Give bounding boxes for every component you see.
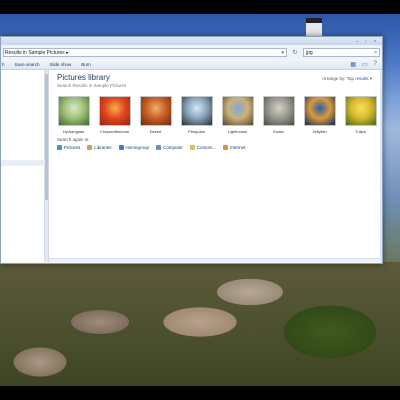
picture-image[interactable] — [303, 96, 336, 126]
command-bar: h Save search Slide show Burn ▦ ▭ ? — [1, 59, 382, 70]
library-subtitle: Search Results in Sample Pictures — [57, 83, 127, 88]
search-location-label: Pictures — [64, 145, 81, 150]
maximize-button[interactable]: ▫ — [363, 39, 369, 43]
picture-thumbnail[interactable]: Koala — [262, 96, 295, 134]
location-icon — [156, 145, 162, 150]
explorer-window: – ▫ × Results in Sample Pictures ▸ ▾ ↻ j… — [0, 36, 383, 264]
picture-thumbnail[interactable]: Desert — [139, 96, 172, 134]
window-right-edge — [380, 70, 382, 262]
minimize-button[interactable]: – — [354, 39, 360, 43]
search-location-link[interactable]: Computer — [156, 145, 183, 150]
search-location-label: Computer — [163, 145, 183, 150]
refresh-icon[interactable]: ↻ — [291, 49, 299, 56]
arrange-label: Arrange by: — [322, 76, 346, 81]
library-title: Pictures library — [57, 73, 110, 82]
wallpaper-rocks — [0, 262, 400, 400]
close-button[interactable]: × — [372, 39, 378, 43]
search-location-label: Custom... — [196, 145, 217, 150]
wallpaper-lighthouse — [306, 18, 322, 38]
search-location-link[interactable]: Homegroup — [118, 145, 150, 150]
screen-bottom-bar — [0, 386, 400, 400]
search-location-label: Homegroup — [125, 145, 150, 150]
search-location-label: Libraries — [94, 145, 112, 150]
library-header: Pictures library Arrange by: Top results… — [57, 70, 382, 82]
slide-show-button[interactable]: Slide show — [50, 62, 72, 67]
window-body: Pictures library Arrange by: Top results… — [1, 70, 382, 262]
search-location-link[interactable]: Pictures — [57, 145, 80, 150]
address-path: Results in Sample Pictures ▸ — [5, 49, 69, 56]
picture-image[interactable] — [98, 96, 131, 126]
thumbnail-grid: Hydrangeas Chrysanthemum Desert Penguins Lig… — [57, 96, 382, 134]
location-icon — [87, 145, 93, 150]
picture-image[interactable] — [180, 96, 213, 126]
results-pane: Pictures library Arrange by: Top results… — [49, 70, 382, 262]
nav-scroll-thumb[interactable] — [45, 74, 48, 200]
chevron-down-icon[interactable]: ▾ — [281, 49, 286, 56]
picture-caption: Tulips — [355, 129, 366, 134]
arrange-by[interactable]: Arrange by: Top results ▾ — [322, 76, 382, 82]
help-icon[interactable]: ? — [374, 61, 377, 68]
search-location-link[interactable]: Custom... — [189, 145, 217, 150]
burn-button[interactable]: Burn — [81, 62, 91, 67]
search-location-link[interactable]: Libraries — [87, 145, 112, 150]
clear-search-icon[interactable]: × — [374, 49, 379, 56]
picture-thumbnail[interactable]: Lighthouse — [221, 96, 254, 134]
search-input[interactable]: jpg × — [303, 47, 380, 57]
picture-image[interactable] — [139, 96, 172, 126]
picture-caption: Desert — [149, 129, 162, 134]
view-options-icon[interactable]: ▦ — [350, 61, 356, 68]
search-again-locations: Pictures Libraries Homegroup Computer Custom… — [57, 145, 382, 150]
horizontal-scrollbar[interactable] — [49, 258, 382, 262]
location-icon — [223, 145, 229, 150]
preview-pane-icon[interactable]: ▭ — [362, 61, 368, 68]
search-again-label: Search again in: — [57, 137, 90, 142]
picture-caption: Penguins — [188, 129, 205, 134]
picture-thumbnail[interactable]: Tulips — [344, 96, 377, 134]
save-search-button[interactable]: Save search — [15, 62, 40, 67]
picture-image[interactable] — [262, 96, 295, 126]
address-bar[interactable]: Results in Sample Pictures ▸ ▾ — [3, 47, 287, 57]
location-icon — [189, 145, 195, 150]
picture-thumbnail[interactable]: Chrysanthemum — [98, 96, 131, 134]
picture-caption: Chrysanthemum — [99, 129, 130, 134]
picture-caption: Lighthouse — [227, 129, 248, 134]
search-location-label: Internet — [230, 145, 246, 150]
picture-caption: Koala — [273, 129, 284, 134]
picture-caption: Jellyfish — [312, 129, 327, 134]
picture-image[interactable] — [57, 96, 90, 126]
picture-thumbnail[interactable]: Jellyfish — [303, 96, 336, 134]
nav-selected-item[interactable] — [1, 160, 45, 166]
picture-thumbnail[interactable]: Penguins — [180, 96, 213, 134]
address-bar-row: Results in Sample Pictures ▸ ▾ ↻ jpg × — [1, 45, 382, 59]
picture-image[interactable] — [221, 96, 254, 126]
picture-caption: Hydrangeas — [62, 129, 85, 134]
toolbar-item-cut[interactable]: h — [2, 62, 5, 67]
search-query: jpg — [306, 49, 313, 56]
search-location-link[interactable]: Internet — [223, 145, 245, 150]
picture-image[interactable] — [344, 96, 377, 126]
location-icon — [57, 145, 62, 150]
navigation-pane[interactable] — [1, 70, 45, 262]
arrange-value[interactable]: Top results — [347, 76, 369, 81]
location-icon — [118, 145, 124, 150]
picture-thumbnail[interactable]: Hydrangeas — [57, 96, 90, 134]
title-bar: – ▫ × — [1, 37, 382, 45]
